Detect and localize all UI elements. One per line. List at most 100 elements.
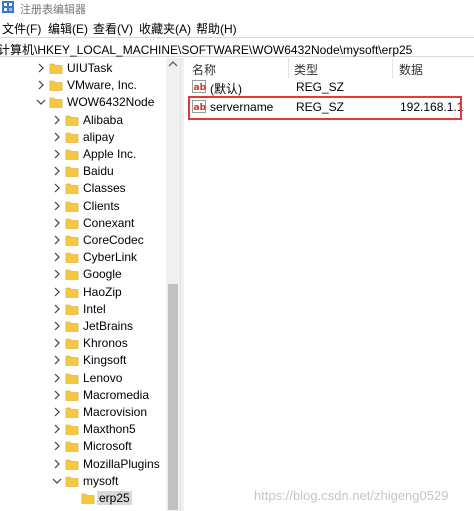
menu-file[interactable]: 文件(F) xyxy=(2,20,41,37)
chevron-right-icon[interactable] xyxy=(52,114,62,126)
tree-item-label: Apple Inc. xyxy=(83,147,137,161)
tree-item[interactable]: UIUTask xyxy=(0,60,166,77)
chevron-down-icon[interactable] xyxy=(36,96,46,108)
folder-icon xyxy=(65,270,79,281)
tree-item[interactable]: Khronos xyxy=(0,335,166,352)
tree-item[interactable]: Baidu xyxy=(0,163,166,180)
tree-item[interactable]: Maxthon5 xyxy=(0,421,166,438)
tree-item[interactable]: alipay xyxy=(0,129,166,146)
address-bar[interactable]: 计算机\HKEY_LOCAL_MACHINE\SOFTWARE\WOW6432N… xyxy=(0,37,474,57)
folder-icon xyxy=(65,132,79,143)
tree-item-label: Khronos xyxy=(83,336,128,351)
window-title: 注册表编辑器 xyxy=(20,4,86,16)
folder-icon xyxy=(65,338,79,349)
tree-item[interactable]: WOW6432Node xyxy=(0,94,166,111)
chevron-right-icon[interactable] xyxy=(52,423,62,435)
tree-item-label: JetBrains xyxy=(83,319,134,333)
registry-tree: UIUTask VMware, Inc. WOW6432Node Alibaba ali… xyxy=(0,58,180,511)
tree-item-label: Macromedia xyxy=(83,387,150,402)
tree-item[interactable]: CoreCodec xyxy=(0,232,166,249)
tree-item-label: mysoft xyxy=(83,473,119,488)
tree-item[interactable]: Apple Inc. xyxy=(0,146,166,163)
tree-item[interactable]: HaoZip xyxy=(0,284,166,301)
tree-item-label: UIUTask xyxy=(67,61,113,75)
chevron-right-icon[interactable] xyxy=(52,337,62,349)
tree-item-label: Lenovo xyxy=(83,370,123,385)
tree-item[interactable]: Intel xyxy=(0,301,166,318)
chevron-right-icon[interactable] xyxy=(52,389,62,401)
chevron-down-icon[interactable] xyxy=(52,475,62,487)
chevron-right-icon[interactable] xyxy=(52,406,62,418)
chevron-right-icon[interactable] xyxy=(52,458,62,470)
string-value-icon: ab xyxy=(192,80,206,93)
chevron-right-icon[interactable] xyxy=(52,234,62,246)
address-path[interactable]: 计算机\HKEY_LOCAL_MACHINE\SOFTWARE\WOW6432N… xyxy=(0,41,412,58)
tree-item-label: Classes xyxy=(83,181,126,196)
tree-item[interactable]: JetBrains xyxy=(0,318,166,335)
chevron-right-icon[interactable] xyxy=(52,268,62,280)
column-separator[interactable] xyxy=(392,58,393,78)
tree-item[interactable]: Alibaba xyxy=(0,112,166,129)
chevron-right-icon[interactable] xyxy=(52,251,62,263)
chevron-right-icon[interactable] xyxy=(52,303,62,315)
chevron-right-icon[interactable] xyxy=(36,62,46,74)
column-separator[interactable] xyxy=(288,58,289,78)
tree-item[interactable]: CyberLink xyxy=(0,249,166,266)
scroll-up-icon[interactable] xyxy=(168,60,178,68)
chevron-right-icon[interactable] xyxy=(52,354,62,366)
tree-item-label: CyberLink xyxy=(83,250,138,265)
highlight-annotation xyxy=(188,96,462,120)
scrollbar-thumb[interactable] xyxy=(168,284,178,510)
tree-item-label: VMware, Inc. xyxy=(67,78,138,93)
folder-icon xyxy=(81,493,95,504)
tree-item[interactable]: Lenovo xyxy=(0,370,166,387)
folder-icon xyxy=(65,407,79,418)
chevron-right-icon[interactable] xyxy=(52,286,62,298)
tree-item[interactable]: Classes xyxy=(0,180,166,197)
tree-item-label: Clients xyxy=(83,198,120,213)
chevron-right-icon[interactable] xyxy=(52,217,62,229)
folder-icon xyxy=(65,201,79,212)
tree-item[interactable]: Macromedia xyxy=(0,387,166,404)
chevron-right-icon[interactable] xyxy=(52,148,62,160)
tree-item[interactable]: mysoft xyxy=(0,473,166,490)
values-pane: 名称 类型 数据 ab (默认) REG_SZ ab servername RE… xyxy=(184,58,474,511)
chevron-right-icon[interactable] xyxy=(52,372,62,384)
tree-item[interactable]: Clients xyxy=(0,198,166,215)
tree-scrollbar[interactable] xyxy=(166,58,180,511)
folder-icon xyxy=(65,235,79,246)
chevron-right-icon[interactable] xyxy=(36,79,46,91)
chevron-right-icon[interactable] xyxy=(52,182,62,194)
folder-icon xyxy=(65,442,79,453)
folder-open-icon xyxy=(49,98,63,109)
menu-edit[interactable]: 编辑(E) xyxy=(48,20,88,37)
chevron-right-icon[interactable] xyxy=(52,165,62,177)
tree-item[interactable]: MozillaPlugins xyxy=(0,456,166,473)
tree-item-label: Google xyxy=(83,267,122,282)
chevron-right-icon[interactable] xyxy=(52,440,62,452)
tree-item[interactable]: Conexant xyxy=(0,215,166,232)
tree-item-label: Conexant xyxy=(83,215,135,230)
value-type: REG_SZ xyxy=(296,80,345,94)
folder-icon xyxy=(65,287,79,298)
tree-item[interactable]: Kingsoft xyxy=(0,352,166,369)
regedit-icon xyxy=(2,1,14,13)
tree-item[interactable]: Microsoft xyxy=(0,438,166,455)
menu-favorites[interactable]: 收藏夹(A) xyxy=(139,20,191,37)
tree-item-label: MozillaPlugins xyxy=(83,456,160,471)
tree-item[interactable]: Google xyxy=(0,266,166,283)
tree-item[interactable]: Macrovision xyxy=(0,404,166,421)
tree-item[interactable]: VMware, Inc. xyxy=(0,77,166,94)
folder-icon xyxy=(65,149,79,160)
tree-item[interactable]: erp25 xyxy=(0,490,166,507)
chevron-right-icon[interactable] xyxy=(52,320,62,332)
value-row-default[interactable]: ab (默认) REG_SZ xyxy=(184,78,474,96)
tree-item-label: Kingsoft xyxy=(83,353,127,368)
chevron-right-icon[interactable] xyxy=(52,200,62,212)
menu-help[interactable]: 帮助(H) xyxy=(196,20,237,37)
tree-item-label: Intel xyxy=(83,301,106,316)
chevron-right-icon[interactable] xyxy=(52,131,62,143)
folder-open-icon xyxy=(65,476,79,487)
menu-view[interactable]: 查看(V) xyxy=(93,20,133,37)
tree-item-label: Baidu xyxy=(83,164,114,179)
